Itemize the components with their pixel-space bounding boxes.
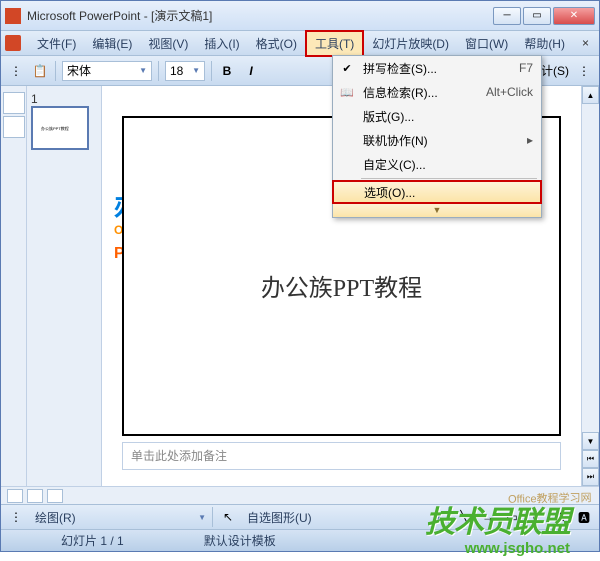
- overlay-brand-text: 技术员联盟: [425, 497, 570, 541]
- submenu-arrow-icon: ▸: [527, 133, 533, 147]
- menu-item-options[interactable]: 选项(O)...: [332, 180, 542, 204]
- scroll-down-icon[interactable]: ▼: [582, 432, 599, 450]
- menu-slideshow[interactable]: 幻灯片放映(D): [364, 32, 457, 55]
- spellcheck-shortcut: F7: [519, 61, 533, 75]
- bold-button[interactable]: B: [218, 62, 236, 80]
- menu-edit[interactable]: 编辑(E): [84, 32, 140, 55]
- paste-icon[interactable]: 📋: [31, 62, 49, 80]
- menu-expand-button[interactable]: ▼: [333, 203, 541, 217]
- chevron-down-icon: ▼: [433, 205, 442, 215]
- slide-thumbnail[interactable]: 办公族PPT教程: [31, 106, 89, 150]
- menu-file[interactable]: 文件(F): [29, 32, 84, 55]
- research-label: 信息检索(R)...: [363, 84, 438, 101]
- research-shortcut: Alt+Click: [486, 85, 533, 99]
- menu-item-collaborate[interactable]: 联机协作(N) ▸: [333, 128, 541, 152]
- toolbar-handle-icon[interactable]: ⋮: [7, 62, 25, 80]
- font-name-value: 宋体: [67, 62, 91, 79]
- slideshow-view-button[interactable]: [47, 489, 63, 503]
- spellcheck-icon: ✔: [339, 60, 355, 76]
- menu-separator: [361, 178, 537, 179]
- app-icon: [5, 8, 21, 24]
- customize-label: 自定义(C)...: [363, 156, 426, 173]
- font-size-value: 18: [170, 64, 183, 78]
- font-size-select[interactable]: 18 ▼: [165, 61, 205, 81]
- research-icon: 📖: [339, 84, 355, 100]
- thumbnail-number: 1: [31, 92, 38, 106]
- slides-tab[interactable]: [3, 116, 25, 138]
- wordart-icon[interactable]: 🅰: [575, 508, 593, 526]
- toolbar-handle-icon[interactable]: ⋮: [7, 508, 25, 526]
- menu-help[interactable]: 帮助(H): [516, 32, 573, 55]
- dropdown-arrow-icon: ▼: [192, 66, 200, 75]
- overlay-url-text: www.jsgho.net: [465, 540, 570, 557]
- minimize-button[interactable]: ─: [493, 7, 521, 25]
- font-name-select[interactable]: 宋体 ▼: [62, 61, 152, 81]
- menu-format[interactable]: 格式(O): [248, 32, 305, 55]
- slide-counter: 幻灯片 1 / 1: [21, 532, 164, 549]
- office-icon[interactable]: [5, 35, 21, 51]
- tools-dropdown-menu: ✔ 拼写检查(S)... F7 📖 信息检索(R)... Alt+Click 版…: [332, 55, 542, 218]
- slide-title-text[interactable]: 办公族PPT教程: [124, 268, 559, 303]
- menu-insert[interactable]: 插入(I): [196, 32, 247, 55]
- menubar: 文件(F) 编辑(E) 视图(V) 插入(I) 格式(O) 工具(T) 幻灯片放…: [1, 31, 599, 56]
- notes-pane[interactable]: 单击此处添加备注: [122, 442, 561, 470]
- outline-tab[interactable]: [3, 92, 25, 114]
- sorter-view-button[interactable]: [27, 489, 43, 503]
- vertical-scrollbar[interactable]: ▲ ▼ ⏮ ⏭: [581, 86, 599, 486]
- scroll-track[interactable]: [582, 104, 599, 432]
- toolbar-overflow-icon[interactable]: ⋮: [575, 62, 593, 80]
- next-slide-icon[interactable]: ⏭: [582, 468, 599, 486]
- spellcheck-label: 拼写检查(S)...: [363, 60, 437, 77]
- collaborate-label: 联机协作(N): [363, 132, 428, 149]
- draw-menu[interactable]: 绘图(R): [31, 507, 80, 528]
- scroll-up-icon[interactable]: ▲: [582, 86, 599, 104]
- window-title: Microsoft PowerPoint - [演示文稿1]: [27, 7, 493, 24]
- doc-close-button[interactable]: ×: [576, 34, 595, 52]
- close-button[interactable]: ✕: [553, 7, 595, 25]
- prev-slide-icon[interactable]: ⏮: [582, 450, 599, 468]
- menu-item-spellcheck[interactable]: ✔ 拼写检查(S)... F7: [333, 56, 541, 80]
- autoshapes-menu[interactable]: 自选图形(U): [243, 507, 316, 528]
- normal-view-button[interactable]: [7, 489, 23, 503]
- pointer-icon[interactable]: ↖: [219, 508, 237, 526]
- menu-item-customize[interactable]: 自定义(C)...: [333, 152, 541, 176]
- dropdown-arrow-icon: ▼: [139, 66, 147, 75]
- italic-button[interactable]: I: [242, 62, 260, 80]
- titlebar: Microsoft PowerPoint - [演示文稿1] ─ ▭ ✕: [1, 1, 599, 31]
- menu-view[interactable]: 视图(V): [140, 32, 196, 55]
- menu-tools[interactable]: 工具(T): [305, 30, 364, 57]
- maximize-button[interactable]: ▭: [523, 7, 551, 25]
- thumbnail-pane: 1 办公族PPT教程: [27, 86, 102, 486]
- menu-window[interactable]: 窗口(W): [457, 32, 516, 55]
- layout-label: 版式(G)...: [363, 108, 414, 125]
- menu-item-layout[interactable]: 版式(G)...: [333, 104, 541, 128]
- outline-pane: [1, 86, 27, 486]
- options-label: 选项(O)...: [364, 184, 415, 201]
- template-name: 默认设计模板: [164, 532, 316, 549]
- menu-item-research[interactable]: 📖 信息检索(R)... Alt+Click: [333, 80, 541, 104]
